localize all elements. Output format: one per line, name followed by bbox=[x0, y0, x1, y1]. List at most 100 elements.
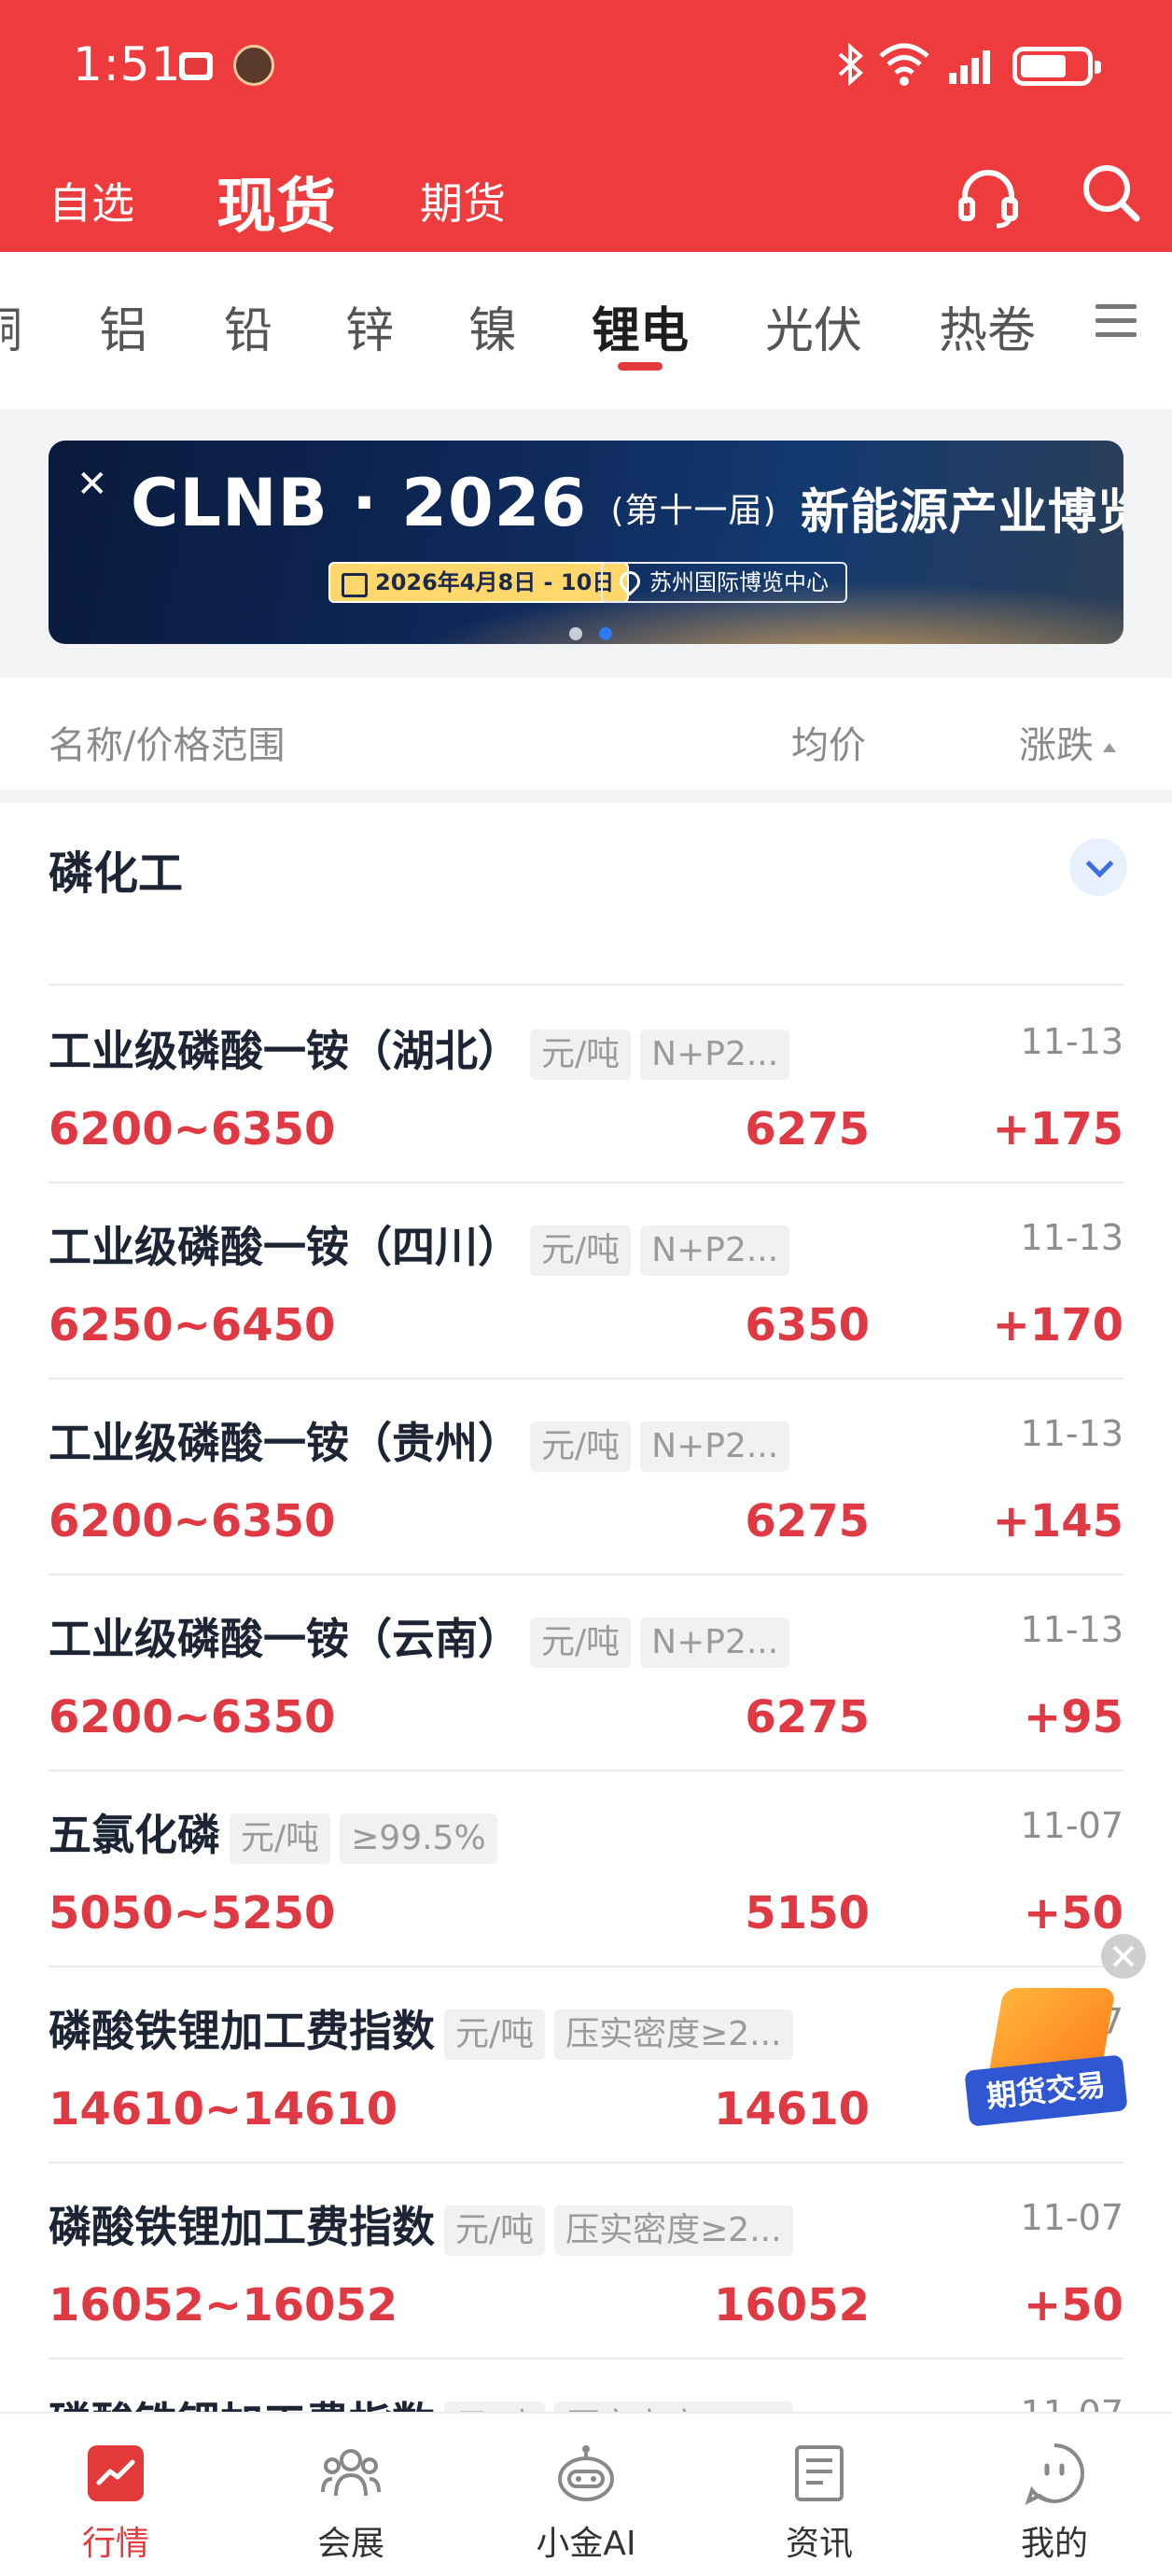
unit-tag: 元/吨 bbox=[444, 2401, 546, 2412]
table-row[interactable]: 工业级磷酸一铵（云南） 元/吨 N+P2... 11-13 6200~6350 62… bbox=[49, 1575, 1123, 1771]
avg-price: 6275 bbox=[745, 1691, 870, 1743]
expo-banner[interactable]: ✕ CLNB · 2026 (第十一届) 新能源产业博览会 2026年4月8日 … bbox=[49, 441, 1123, 644]
people-icon bbox=[319, 2442, 383, 2505]
status-bar: 1:51 bbox=[0, 0, 1172, 131]
unit-tag: 元/吨 bbox=[444, 2009, 546, 2060]
banner-edition: (第十一届) bbox=[610, 491, 777, 530]
unit-tag: 元/吨 bbox=[230, 1813, 331, 1864]
table-row[interactable]: 工业级磷酸一铵（四川） 元/吨 N+P2... 11-13 6250~6450 63… bbox=[49, 1183, 1123, 1379]
spec-tag: N+P2... bbox=[640, 1225, 790, 1276]
banner-venue: 苏州国际博览中心 bbox=[601, 562, 847, 603]
update-date: 11-13 bbox=[1020, 1609, 1123, 1650]
category-tab-aluminum[interactable]: 铝 bbox=[99, 291, 147, 361]
search-icon[interactable] bbox=[1079, 161, 1144, 226]
wifi-icon bbox=[877, 41, 931, 88]
product-name: 磷酸铁锂加工费指数元/吨压实密度≥2... bbox=[49, 2389, 793, 2412]
table-row[interactable]: 工业级磷酸一铵（湖北） 元/吨 N+P2... 11-13 6200~6350 62… bbox=[49, 987, 1123, 1183]
banner-title: CLNB · 2026 (第十一届) 新能源产业博览会 bbox=[131, 465, 1123, 542]
price-change: +95 bbox=[1023, 1691, 1123, 1743]
chart-icon bbox=[84, 2442, 147, 2505]
tab-futures[interactable]: 期货 bbox=[420, 170, 506, 231]
table-row[interactable]: 工业级磷酸一铵（贵州） 元/吨 N+P2... 11-13 6200~6350 62… bbox=[49, 1379, 1123, 1575]
column-change-label: 涨跌 bbox=[1019, 724, 1094, 767]
product-name-text: 工业级磷酸一铵（湖北） bbox=[49, 1026, 521, 1076]
battery-icon bbox=[1012, 47, 1101, 86]
category-tab-lithium-battery[interactable]: 锂电 bbox=[592, 291, 689, 361]
price-range: 6200~6350 bbox=[49, 1103, 336, 1155]
float-badge-close-icon[interactable] bbox=[1101, 1934, 1146, 1979]
tab-spot[interactable]: 现货 bbox=[216, 159, 336, 245]
bottom-nav-label: 资讯 bbox=[785, 2525, 853, 2563]
table-row[interactable]: 磷酸铁锂加工费指数元/吨压实密度≥2... 11-07 bbox=[49, 2359, 1123, 2412]
update-date: 11-07 bbox=[1020, 1805, 1123, 1846]
price-change: +50 bbox=[1023, 1887, 1123, 1939]
bottom-nav-market[interactable]: 行情 bbox=[22, 2414, 209, 2576]
menu-icon[interactable] bbox=[1092, 299, 1144, 343]
product-name: 工业级磷酸一铵（湖北） 元/吨 N+P2... bbox=[49, 1017, 790, 1080]
futures-trading-label: 期货交易 bbox=[964, 2054, 1128, 2127]
update-date: 11-13 bbox=[1020, 1413, 1123, 1454]
bluetooth-icon bbox=[836, 42, 864, 96]
category-tab-photovoltaic[interactable]: 光伏 bbox=[765, 291, 862, 361]
table-row[interactable]: 磷酸铁锂加工费指数 元/吨 压实密度≥2... 11-07 16052~16052 … bbox=[49, 2163, 1123, 2359]
product-name: 工业级磷酸一铵（四川） 元/吨 N+P2... bbox=[49, 1213, 790, 1276]
price-range: 16052~16052 bbox=[49, 2279, 398, 2331]
column-change[interactable]: 涨跌 bbox=[1019, 715, 1116, 769]
bottom-nav-label: 行情 bbox=[81, 2525, 149, 2563]
document-icon bbox=[788, 2442, 851, 2505]
avg-price: 5150 bbox=[745, 1887, 870, 1939]
unit-tag: 元/吨 bbox=[530, 1225, 632, 1276]
bottom-nav-label: 我的 bbox=[1020, 2525, 1088, 2563]
bottom-nav-profile[interactable]: 我的 bbox=[961, 2414, 1148, 2576]
bottom-nav-label: 会展 bbox=[316, 2525, 384, 2563]
bottom-nav-news[interactable]: 资讯 bbox=[726, 2414, 913, 2576]
tab-watchlist[interactable]: 自选 bbox=[49, 170, 134, 231]
product-name-text: 磷酸铁锂加工费指数 bbox=[49, 2398, 435, 2412]
spec-tag: 压实密度≥2... bbox=[554, 2205, 793, 2256]
spec-tag: 压实密度≥2... bbox=[554, 2009, 793, 2060]
table-header: 名称/价格范围 均价 涨跌 bbox=[0, 678, 1172, 790]
category-tab-zinc[interactable]: 锌 bbox=[345, 291, 394, 361]
bottom-nav-ai[interactable]: 小金AI bbox=[493, 2414, 679, 2576]
futures-trading-badge[interactable]: 期货交易 bbox=[964, 1988, 1128, 2128]
carousel-dot bbox=[569, 627, 582, 640]
active-tab-indicator bbox=[618, 362, 663, 371]
product-name-text: 磷酸铁锂加工费指数 bbox=[49, 2202, 435, 2252]
table-row[interactable]: 五氯化磷 元/吨 ≥99.5% 11-07 5050~5250 5150 +50 bbox=[49, 1771, 1123, 1967]
notification-avatar-icon bbox=[233, 45, 274, 86]
status-time: 1:51 bbox=[73, 37, 182, 91]
avg-price: 6350 bbox=[745, 1299, 870, 1351]
sort-caret-icon bbox=[1103, 743, 1116, 752]
spec-tag: N+P2... bbox=[640, 1421, 790, 1472]
price-change: +170 bbox=[992, 1299, 1123, 1351]
banner-expo-name: 新能源产业博览会 bbox=[800, 484, 1123, 541]
avg-price: 16052 bbox=[714, 2279, 870, 2331]
avg-price: 6275 bbox=[745, 1495, 870, 1547]
category-tab-lead[interactable]: 铅 bbox=[224, 291, 272, 361]
unit-tag: 元/吨 bbox=[530, 1421, 632, 1472]
price-change: +50 bbox=[1023, 2279, 1123, 2331]
product-name-text: 工业级磷酸一铵（贵州） bbox=[49, 1418, 521, 1468]
profile-icon bbox=[1023, 2442, 1086, 2505]
product-name-text: 工业级磷酸一铵（云南） bbox=[49, 1614, 521, 1664]
headset-icon[interactable] bbox=[956, 166, 1021, 231]
category-tab-copper[interactable]: 铜 bbox=[0, 291, 22, 361]
price-change: +175 bbox=[992, 1103, 1123, 1155]
spec-tag: 压实密度≥2... bbox=[554, 2401, 793, 2412]
price-range: 6250~6450 bbox=[49, 1299, 336, 1351]
section-divider bbox=[0, 790, 1172, 803]
table-row[interactable]: 磷酸铁锂加工费指数元/吨压实密度≥2... 11-07 14610~14610 … bbox=[49, 1967, 1123, 2163]
price-range: 6200~6350 bbox=[49, 1691, 336, 1743]
unit-tag: 元/吨 bbox=[530, 1029, 632, 1080]
category-tab-nickel[interactable]: 镍 bbox=[468, 291, 517, 361]
group-header[interactable]: 磷化工 bbox=[0, 803, 1172, 920]
spec-tag: N+P2... bbox=[640, 1029, 790, 1080]
unit-tag: 元/吨 bbox=[530, 1617, 632, 1668]
group-title: 磷化工 bbox=[49, 847, 184, 900]
collapse-chevron-icon[interactable] bbox=[1069, 838, 1127, 896]
banner-close-icon[interactable]: ✕ bbox=[77, 463, 108, 506]
category-tab-hot-coil[interactable]: 热卷 bbox=[939, 291, 1036, 361]
bottom-nav-exhibition[interactable]: 会展 bbox=[258, 2414, 444, 2576]
app-header: 1:51 自选 现货 期货 bbox=[0, 0, 1172, 252]
product-name-text: 磷酸铁锂加工费指数 bbox=[49, 2006, 435, 2056]
